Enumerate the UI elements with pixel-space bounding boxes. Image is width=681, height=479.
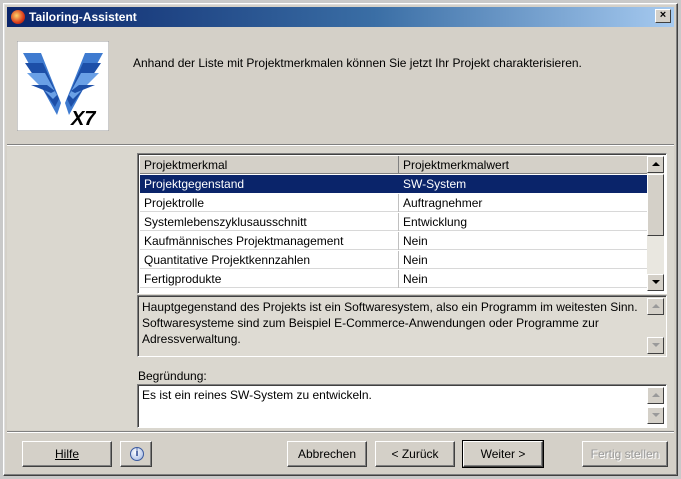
description-scrollbar[interactable] (647, 298, 664, 354)
help-button[interactable]: Hilfe (22, 441, 112, 467)
scroll-up-button[interactable] (647, 156, 664, 173)
column-header-value[interactable]: Projektmerkmalwert (403, 158, 509, 172)
cancel-button[interactable]: Abbrechen (287, 441, 367, 467)
table-row[interactable]: Kaufmännisches Projektmanagement Nein (140, 232, 647, 250)
table-scrollbar[interactable] (647, 156, 664, 291)
column-header-characteristic[interactable]: Projektmerkmal (144, 158, 227, 172)
table-row[interactable]: Projektrolle Auftragnehmer (140, 194, 647, 212)
table-row[interactable]: Quantitative Projektkennzahlen Nein (140, 251, 647, 269)
reason-scrollbar[interactable] (647, 387, 664, 425)
row-value[interactable]: Entwicklung (403, 215, 467, 229)
row-characteristic: Fertigprodukte (144, 272, 222, 286)
row-characteristic: Kaufmännisches Projektmanagement (144, 234, 344, 248)
logo-text: X7 (70, 108, 96, 130)
row-value[interactable]: Auftragnehmer (403, 196, 482, 210)
next-button[interactable]: Weiter > (462, 440, 544, 468)
characteristics-table[interactable]: Projektmerkmal Projektmerkmalwert Projek… (137, 153, 667, 294)
window-title: Tailoring-Assistent (29, 10, 137, 24)
table-row[interactable]: Projektgegenstand SW-System (140, 175, 647, 193)
scroll-down-button[interactable] (647, 337, 664, 354)
scroll-down-icon (652, 413, 660, 417)
row-value[interactable]: SW-System (403, 177, 466, 191)
table-row[interactable]: Fertigprodukte Nein (140, 270, 647, 288)
row-value[interactable]: Nein (403, 272, 428, 286)
row-characteristic: Projektrolle (144, 196, 205, 210)
reason-text[interactable]: Es ist ein reines SW-System zu entwickel… (142, 388, 372, 402)
close-button[interactable]: × (655, 9, 671, 23)
scroll-down-icon (652, 280, 660, 284)
back-button[interactable]: < Zurück (375, 441, 455, 467)
row-value[interactable]: Nein (403, 253, 428, 267)
row-characteristic: Systemlebenszyklusausschnitt (144, 215, 307, 229)
scroll-down-button[interactable] (647, 274, 664, 291)
reason-label: Begründung: (138, 369, 207, 383)
scroll-down-icon (652, 343, 660, 347)
row-value[interactable]: Nein (403, 234, 428, 248)
scroll-up-icon (652, 304, 660, 308)
reason-field[interactable]: Es ist ein reines SW-System zu entwickel… (137, 384, 667, 428)
table-header: Projektmerkmal Projektmerkmalwert (140, 156, 647, 174)
vmodell-logo: X7 (17, 41, 109, 131)
finish-button[interactable]: Fertig stellen (582, 441, 668, 467)
row-characteristic: Quantitative Projektkennzahlen (144, 253, 311, 267)
info-icon: i (130, 447, 144, 461)
content-area: Projektmerkmal Projektmerkmalwert Projek… (7, 147, 674, 430)
description-box: Hauptgegenstand des Projekts ist ein Sof… (137, 295, 667, 357)
tailoring-dialog: Tailoring-Assistent × X7 Anhand der List… (3, 3, 678, 476)
title-bar[interactable]: Tailoring-Assistent × (7, 7, 674, 27)
scroll-down-button[interactable] (647, 407, 664, 424)
scroll-up-button[interactable] (647, 387, 664, 404)
row-characteristic: Projektgegenstand (144, 177, 245, 191)
scroll-thumb[interactable] (647, 174, 664, 236)
close-icon: × (659, 9, 667, 21)
scroll-up-icon (652, 393, 660, 397)
intro-text: Anhand der Liste mit Projektmerkmalen kö… (133, 56, 582, 70)
button-bar: Hilfe i Abbrechen < Zurück Weiter > Fert… (7, 432, 674, 474)
scroll-up-icon (652, 162, 660, 166)
header-panel: X7 Anhand der Liste mit Projektmerkmalen… (7, 29, 674, 145)
info-button[interactable]: i (120, 441, 152, 467)
app-icon (11, 10, 25, 24)
description-text: Hauptgegenstand des Projekts ist ein Sof… (142, 300, 638, 346)
table-row[interactable]: Systemlebenszyklusausschnitt Entwicklung (140, 213, 647, 231)
scroll-up-button[interactable] (647, 298, 664, 315)
